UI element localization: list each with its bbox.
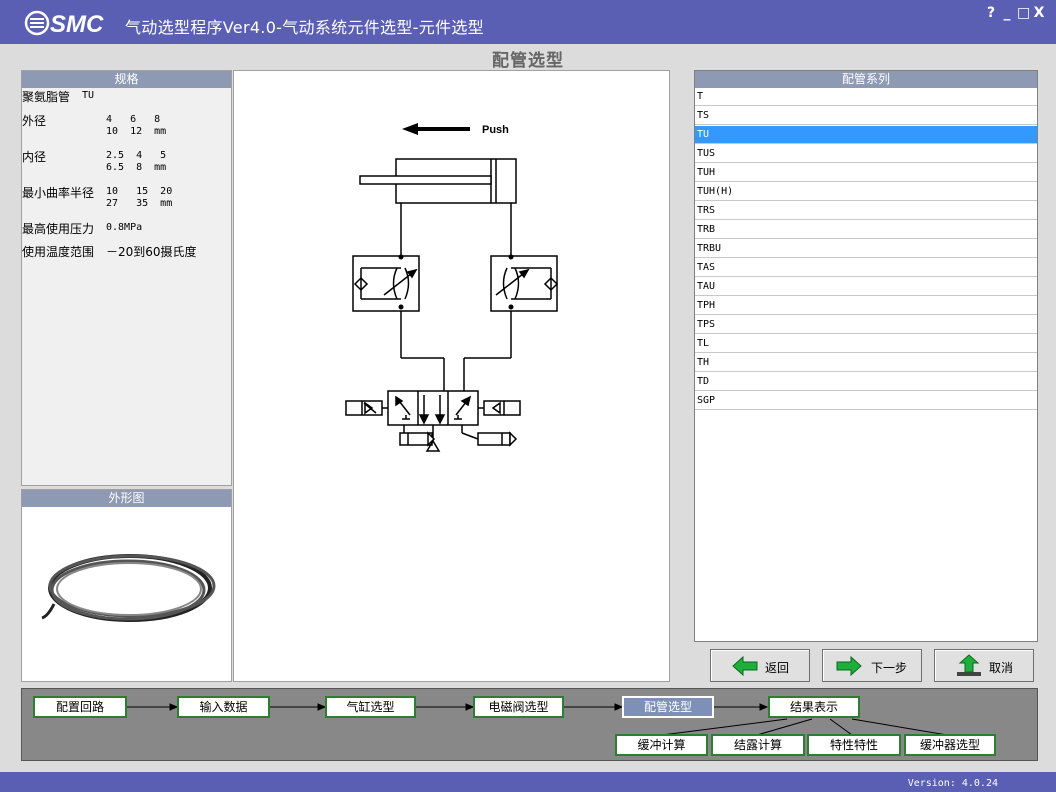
series-item[interactable]: TAS	[695, 259, 1037, 277]
flow-step-valve[interactable]: 电磁阀选型	[473, 696, 564, 718]
series-item[interactable]: TD	[695, 373, 1037, 391]
push-arrow-icon	[402, 123, 470, 135]
spec-panel-header: 规格	[22, 71, 231, 88]
flow-substep-characteristics[interactable]: 特性特性	[807, 734, 901, 756]
spec-value-max-pressure: 0.8MPa	[106, 222, 143, 233]
pipe-lines	[400, 203, 512, 391]
flow-substep-shock-absorber[interactable]: 缓冲器选型	[904, 734, 996, 756]
window-title: 气动选型程序Ver4.0-气动系统元件选型-元件选型	[125, 18, 484, 37]
arrow-left-icon	[732, 655, 758, 677]
shape-panel-header: 外形图	[22, 490, 231, 507]
spec-label-od: 外径	[22, 114, 47, 128]
series-item[interactable]: TL	[695, 335, 1037, 353]
series-list-header: 配管系列	[695, 71, 1037, 88]
next-button-label: 下一步	[871, 661, 908, 675]
series-item[interactable]: TU	[695, 126, 1037, 144]
series-item[interactable]: TUH(H)	[695, 183, 1037, 201]
series-item[interactable]: SGP	[695, 392, 1037, 410]
cylinder-symbol	[359, 158, 517, 204]
spec-value-temp-range: －20到60摄氏度	[106, 245, 197, 259]
help-button[interactable]: ?	[985, 5, 997, 21]
series-item[interactable]: TUS	[695, 145, 1037, 163]
minimize-button[interactable]: _	[1001, 5, 1013, 21]
series-list: 配管系列 T TS TU TUS TUH TUH(H) TRS TRB TRBU TAS TAU TP…	[694, 70, 1038, 642]
spec-label-type: 聚氨脂管	[22, 90, 71, 104]
cancel-button[interactable]: 取消	[934, 649, 1034, 682]
series-item[interactable]: TRBU	[695, 240, 1037, 258]
series-item[interactable]: TPS	[695, 316, 1037, 334]
smc-logo: SMC	[24, 10, 104, 38]
spec-label-max-pressure: 最高使用压力	[22, 222, 95, 236]
speed-controller-left-symbol	[352, 255, 420, 312]
flow-substep-cushion[interactable]: 缓冲计算	[615, 734, 708, 756]
flow-substep-condensation[interactable]: 结露计算	[711, 734, 805, 756]
back-button[interactable]: 返回	[710, 649, 810, 682]
spec-value-type: TU	[82, 90, 95, 101]
status-bar	[0, 772, 1056, 792]
shape-panel: 外形图	[21, 489, 232, 682]
spec-value-id: 2.5 4 5 6.5 8 mm	[106, 150, 167, 173]
series-item[interactable]: TH	[695, 354, 1037, 372]
flow-step-result[interactable]: 结果表示	[768, 696, 860, 718]
speed-controller-right-symbol	[490, 255, 559, 312]
series-item[interactable]: TUH	[695, 164, 1037, 182]
series-item[interactable]: TRB	[695, 221, 1037, 239]
series-item[interactable]: T	[695, 88, 1037, 106]
maximize-button[interactable]: □	[1017, 5, 1030, 21]
home-arrow-icon	[957, 654, 981, 676]
series-item[interactable]: TPH	[695, 297, 1037, 315]
flow-step-piping[interactable]: 配管选型	[622, 696, 714, 718]
next-button[interactable]: 下一步	[822, 649, 922, 682]
spec-value-od: 4 6 8 10 12 mm	[106, 114, 167, 137]
series-item[interactable]: TRS	[695, 202, 1037, 220]
spec-panel: 规格 聚氨脂管 TU 外径 4 6 8 10 12 mm 内径 2.5 4 5 …	[21, 70, 232, 486]
workflow-panel: 配置回路 输入数据 气缸选型 电磁阀选型 配管选型 结果表示 缓冲计算 结露计算…	[21, 688, 1038, 761]
flow-step-input[interactable]: 输入数据	[177, 696, 270, 718]
series-item[interactable]: TS	[695, 107, 1037, 125]
arrow-right-icon	[836, 655, 862, 677]
series-item[interactable]: TAU	[695, 278, 1037, 296]
back-button-label: 返回	[765, 661, 790, 675]
close-button[interactable]: X	[1033, 5, 1045, 21]
version-label: Version: 4.0.24	[907, 778, 998, 789]
cancel-button-label: 取消	[989, 661, 1014, 675]
flow-step-circuit[interactable]: 配置回路	[33, 696, 127, 718]
spec-label-bend-radius: 最小曲率半径	[22, 186, 95, 200]
page-title: 配管选型	[492, 51, 564, 71]
spec-value-bend-radius: 10 15 20 27 35 mm	[106, 186, 173, 209]
circuit-diagram: Push	[233, 70, 670, 682]
spec-label-temp-range: 使用温度范围	[22, 245, 95, 259]
solenoid-valve-symbol	[345, 390, 521, 452]
logo-text: SMC	[50, 11, 104, 38]
push-label: Push	[482, 124, 509, 136]
tube-coil-image	[41, 554, 216, 622]
spec-label-id: 内径	[22, 150, 47, 164]
flow-step-cylinder[interactable]: 气缸选型	[325, 696, 416, 718]
